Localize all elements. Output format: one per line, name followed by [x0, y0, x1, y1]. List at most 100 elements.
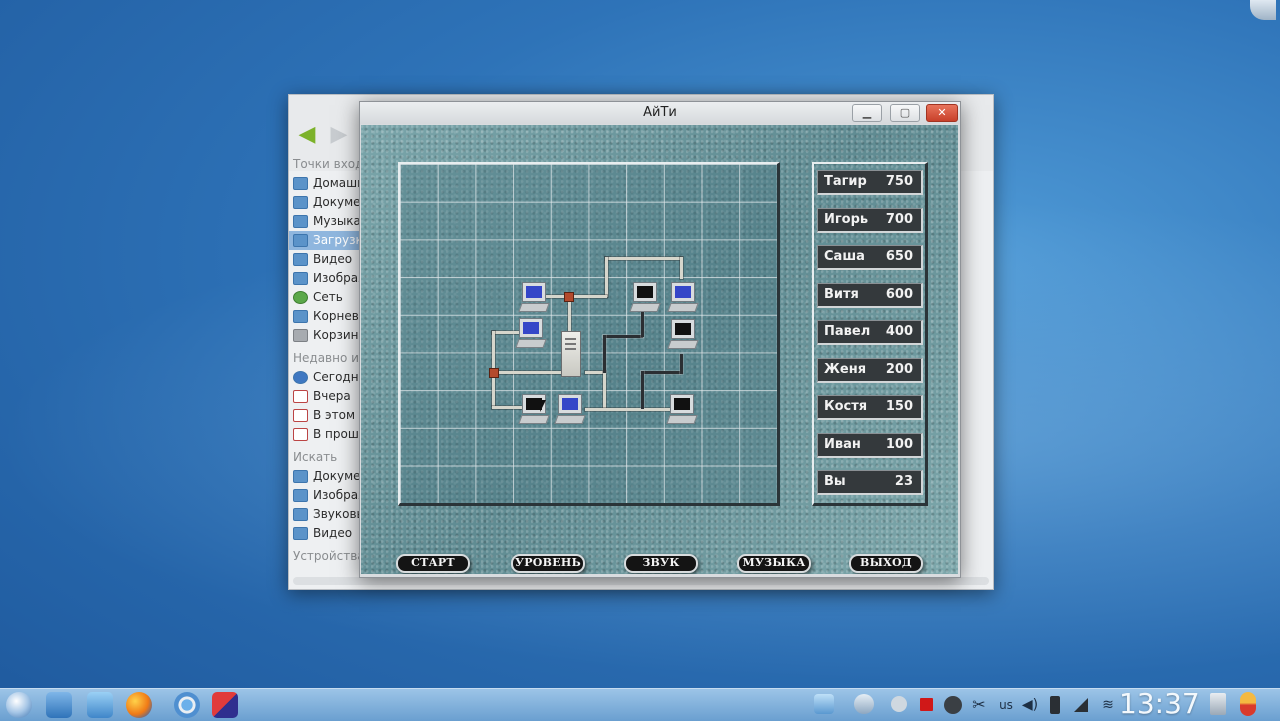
- score-row: Тагир 750: [817, 170, 923, 195]
- player-name: Тагир: [824, 174, 867, 189]
- player-name: Павел: [824, 324, 871, 339]
- sidebar-item-label: Загрузк: [313, 233, 359, 247]
- network-manager-icon[interactable]: [854, 694, 874, 714]
- player-name: Витя: [824, 286, 859, 302]
- sidebar-item[interactable]: Видео: [289, 250, 359, 269]
- volume-icon[interactable]: ◀): [1020, 695, 1040, 715]
- score-row: Женя 200: [817, 357, 923, 383]
- sidebar-item[interactable]: В прошл: [289, 425, 359, 444]
- sidebar-item[interactable]: Сеть: [289, 288, 359, 307]
- sidebar-item[interactable]: Видео: [289, 524, 359, 543]
- maximize-button[interactable]: ▢: [890, 104, 920, 122]
- music-button[interactable]: МУЗЫКА: [737, 554, 811, 573]
- settings-gear-icon[interactable]: [944, 696, 962, 714]
- player-name: Игорь: [824, 211, 869, 227]
- sidebar-item[interactable]: Музыка: [289, 212, 359, 231]
- application-menu-icon[interactable]: [6, 692, 32, 718]
- signal-strength-icon[interactable]: [1074, 698, 1088, 712]
- cable: [605, 257, 608, 297]
- clock[interactable]: 13:37: [1119, 687, 1200, 721]
- game-board[interactable]: [398, 162, 780, 506]
- folder-icon: [293, 253, 308, 266]
- folder-icon: [293, 489, 308, 502]
- back-arrow-icon[interactable]: ◀: [295, 123, 319, 147]
- sidebar-item[interactable]: В этом м: [289, 406, 359, 425]
- sidebar-item[interactable]: Докумен: [289, 193, 359, 212]
- desktop-corner-button[interactable]: [1250, 0, 1276, 20]
- sound-button[interactable]: ЗВУК: [624, 554, 698, 573]
- sidebar-item[interactable]: Домашн: [289, 174, 359, 193]
- cable: [605, 257, 682, 260]
- computer-off[interactable]: [666, 394, 698, 426]
- wifi-icon[interactable]: ≋: [1098, 695, 1118, 715]
- player-score: 700: [885, 211, 913, 227]
- file-manager-launcher-icon[interactable]: [46, 692, 72, 718]
- folder-tray-icon[interactable]: [814, 694, 834, 714]
- cable: [680, 257, 683, 279]
- forward-arrow-icon[interactable]: ▶: [327, 123, 351, 147]
- sidebar-item[interactable]: Вчера: [289, 387, 359, 406]
- score-row: Павел 400: [817, 320, 923, 345]
- browser-launcher-icon[interactable]: [174, 692, 200, 718]
- game-canvas: Тагир 750 Игорь 700 Саша 650 Витя 600 Павел 400 Же…: [361, 125, 958, 574]
- sidebar-item-label: Звуковы: [313, 507, 359, 521]
- window-titlebar[interactable]: АйТи ▁ ▢ ✕: [360, 102, 960, 124]
- record-stop-icon[interactable]: [920, 698, 933, 711]
- sidebar-item-label: Видео: [313, 252, 353, 266]
- cable: [680, 354, 683, 374]
- mouse-cursor-icon: [540, 400, 546, 412]
- computer-off[interactable]: [667, 319, 699, 351]
- sidebar-item[interactable]: Загрузк: [289, 231, 359, 250]
- computer-on[interactable]: [667, 282, 699, 314]
- computer-on[interactable]: [554, 394, 586, 426]
- calendar-icon: [293, 409, 308, 422]
- lock-power-icon[interactable]: [1240, 692, 1256, 716]
- cable: [641, 371, 644, 409]
- sidebar-item[interactable]: Корзина: [289, 326, 359, 345]
- folder-icon: [293, 234, 308, 247]
- sidebar-item[interactable]: Изображ: [289, 486, 359, 505]
- player-name: Женя: [824, 361, 867, 377]
- sidebar-item[interactable]: Докумен: [289, 467, 359, 486]
- game-launcher-icon[interactable]: [212, 692, 238, 718]
- exit-button[interactable]: ВЫХОД: [849, 554, 923, 573]
- calendar-icon: [293, 390, 308, 403]
- sidebar-item-label: Видео: [313, 526, 353, 540]
- computer-on[interactable]: [515, 318, 547, 350]
- scissors-icon[interactable]: ✂: [969, 695, 989, 715]
- sidebar-item[interactable]: Звуковы: [289, 505, 359, 524]
- recent-icon: [293, 371, 308, 384]
- computer-on[interactable]: [518, 282, 550, 314]
- folder-icon: [293, 310, 308, 323]
- trash-icon[interactable]: [1210, 693, 1226, 715]
- text-editor-launcher-icon[interactable]: [87, 692, 113, 718]
- cable: [603, 335, 606, 373]
- score-row: Витя 600: [817, 282, 923, 308]
- info-icon[interactable]: [891, 696, 907, 712]
- file-manager-sidebar: Точки вход Домашн Докумен Музыка Загрузк Виде…: [289, 151, 359, 575]
- score-row: Вы 23: [817, 470, 923, 495]
- network-icon: [293, 291, 308, 304]
- battery-icon[interactable]: [1050, 696, 1060, 714]
- level-button[interactable]: УРОВЕНЬ: [511, 554, 585, 573]
- sidebar-item-label: Изображ: [313, 271, 359, 285]
- sidebar-item[interactable]: Изображ: [289, 269, 359, 288]
- horizontal-scrollbar[interactable]: [293, 577, 989, 585]
- start-button[interactable]: СТАРТ: [396, 554, 470, 573]
- minimize-button[interactable]: ▁: [852, 104, 882, 122]
- game-window: АйТи ▁ ▢ ✕ Тагир 750 Игорь 700 Саша 650 …: [359, 101, 961, 578]
- close-button[interactable]: ✕: [926, 104, 958, 122]
- calendar-icon: [293, 428, 308, 441]
- cable: [585, 371, 605, 374]
- folder-icon: [293, 470, 308, 483]
- player-score: 200: [885, 361, 913, 377]
- firefox-launcher-icon[interactable]: [126, 692, 152, 718]
- sidebar-item[interactable]: Корнева: [289, 307, 359, 326]
- server-tower[interactable]: [561, 331, 581, 377]
- computer-off[interactable]: [629, 282, 661, 314]
- sidebar-item[interactable]: Сегодня: [289, 368, 359, 387]
- sidebar-item-label: Музыка: [313, 214, 359, 228]
- sidebar-item-label: Вчера: [313, 389, 351, 403]
- keyboard-layout-indicator[interactable]: us: [996, 695, 1016, 715]
- score-row: Костя 150: [817, 395, 923, 420]
